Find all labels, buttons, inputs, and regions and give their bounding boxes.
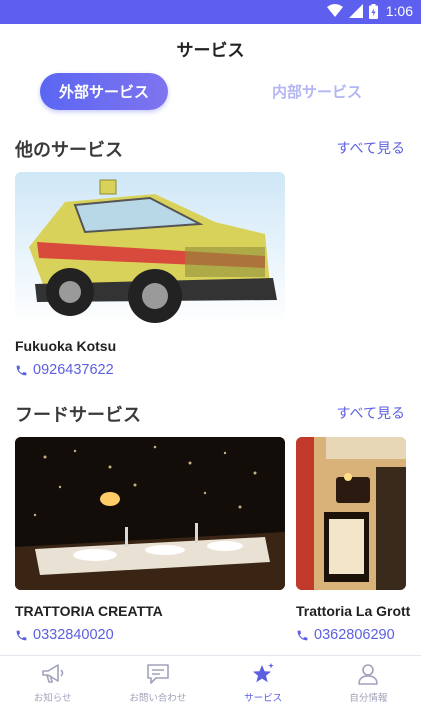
service-name: TRATTORIA CREATTA xyxy=(15,603,163,619)
restaurant-image[interactable] xyxy=(296,437,406,590)
phone-icon xyxy=(297,630,308,640)
phone-number: 0332840020 xyxy=(33,627,114,643)
tab-services[interactable]: サービス xyxy=(211,656,316,705)
battery-charging-icon xyxy=(368,3,378,19)
tab-label: お知らせ xyxy=(33,693,72,704)
page-title: サービス xyxy=(176,41,245,61)
phone-link[interactable]: 0926437622 xyxy=(15,362,114,378)
phone-icon xyxy=(16,630,27,640)
wifi-icon xyxy=(326,4,343,17)
see-all-food-services-link[interactable]: すべて見る xyxy=(337,403,405,423)
tab-contact[interactable]: お問い合わせ xyxy=(105,656,210,705)
tab-notifications[interactable]: お知らせ xyxy=(0,656,105,705)
phone-icon xyxy=(16,365,27,375)
chat-icon xyxy=(147,664,169,684)
tab-profile[interactable]: 自分情報 xyxy=(316,656,421,705)
phone-number: 0362806290 xyxy=(314,627,395,643)
tab-external-services[interactable]: 外部サービス xyxy=(40,73,168,110)
see-all-other-services-link[interactable]: すべて見る xyxy=(337,138,405,158)
section-title-other-services: 他のサービス xyxy=(15,140,123,161)
restaurant-image[interactable] xyxy=(15,437,285,590)
tab-label: お問い合わせ xyxy=(129,693,187,704)
taxi-image[interactable] xyxy=(15,172,285,325)
status-bar: 1:06 xyxy=(0,0,421,24)
phone-number: 0926437622 xyxy=(33,362,114,378)
service-name: Fukuoka Kotsu xyxy=(15,338,117,354)
megaphone-icon xyxy=(41,664,63,683)
service-name: Trattoria La Grott xyxy=(296,603,411,619)
phone-link[interactable]: 0332840020 xyxy=(15,627,114,643)
tab-label: サービス xyxy=(244,693,283,704)
section-title-food-services: フードサービス xyxy=(15,405,141,426)
signal-icon xyxy=(348,4,363,18)
star-icon xyxy=(253,663,274,683)
tab-label: 自分情報 xyxy=(349,693,388,704)
tab-internal-services[interactable]: 内部サービス xyxy=(253,73,381,110)
person-icon xyxy=(358,664,379,685)
clock: 1:06 xyxy=(385,3,413,19)
bottom-tab-bar: お知らせ お問い合わせ サービス 自分情報 xyxy=(0,655,421,705)
phone-link[interactable]: 0362806290 xyxy=(296,627,395,643)
